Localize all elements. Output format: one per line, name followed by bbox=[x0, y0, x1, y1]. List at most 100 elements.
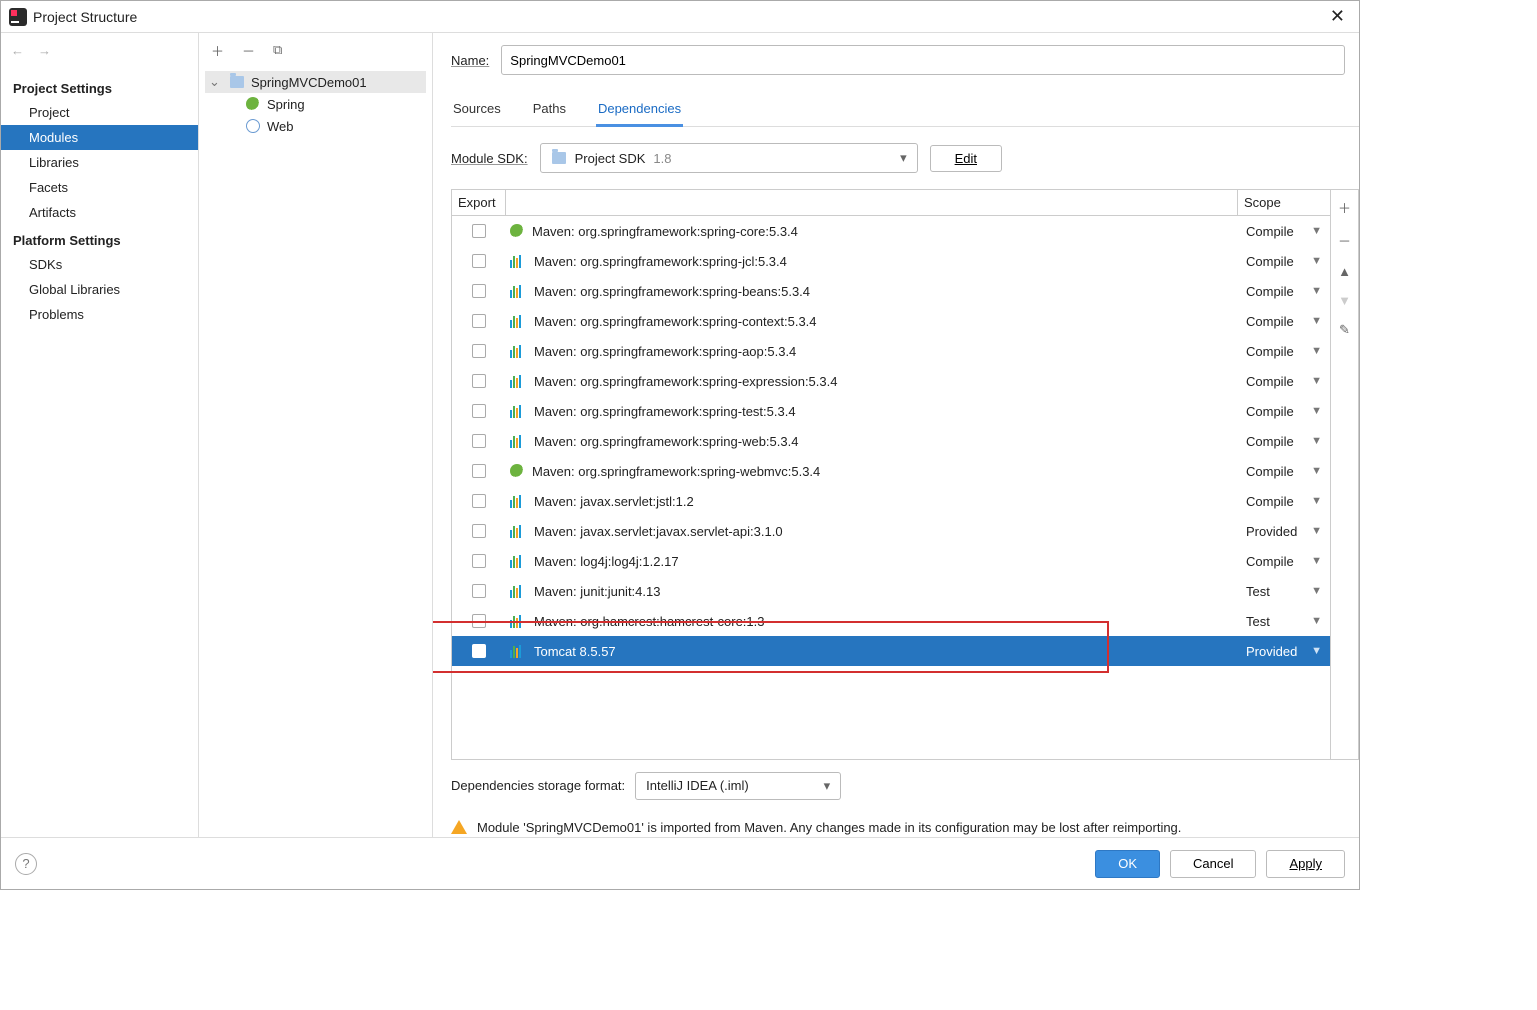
scope-value: Compile bbox=[1246, 464, 1294, 479]
export-checkbox[interactable] bbox=[472, 224, 486, 238]
export-checkbox[interactable] bbox=[472, 344, 486, 358]
module-sdk-dropdown[interactable]: Project SDK 1.8 ▾ bbox=[540, 143, 918, 173]
scope-dropdown[interactable]: Provided▼ bbox=[1238, 644, 1330, 659]
dependency-row[interactable]: Maven: org.springframework:spring-contex… bbox=[452, 306, 1330, 336]
scope-value: Provided bbox=[1246, 524, 1297, 539]
dependency-row[interactable]: Maven: org.springframework:spring-test:5… bbox=[452, 396, 1330, 426]
remove-dep-icon[interactable]: － bbox=[1338, 231, 1351, 250]
tab-paths[interactable]: Paths bbox=[531, 95, 568, 126]
export-checkbox[interactable] bbox=[472, 314, 486, 328]
nav-item-problems[interactable]: Problems bbox=[1, 302, 198, 327]
nav-item-global-libraries[interactable]: Global Libraries bbox=[1, 277, 198, 302]
scope-value: Compile bbox=[1246, 284, 1294, 299]
dependency-row[interactable]: Maven: org.springframework:spring-aop:5.… bbox=[452, 336, 1330, 366]
nav-item-sdks[interactable]: SDKs bbox=[1, 252, 198, 277]
add-dep-icon[interactable]: ＋ bbox=[1338, 198, 1351, 217]
nav-item-libraries[interactable]: Libraries bbox=[1, 150, 198, 175]
dependency-name: Maven: org.springframework:spring-beans:… bbox=[534, 284, 810, 299]
scope-dropdown[interactable]: Compile▼ bbox=[1238, 374, 1330, 389]
nav-item-project[interactable]: Project bbox=[1, 100, 198, 125]
chevron-down-icon: ▼ bbox=[1311, 315, 1322, 327]
scope-dropdown[interactable]: Compile▼ bbox=[1238, 404, 1330, 419]
export-checkbox[interactable] bbox=[472, 584, 486, 598]
nav-item-modules[interactable]: Modules bbox=[1, 125, 198, 150]
tab-dependencies[interactable]: Dependencies bbox=[596, 95, 683, 127]
chevron-down-icon: ▼ bbox=[1311, 285, 1322, 297]
dependency-name: Maven: org.springframework:spring-contex… bbox=[534, 314, 817, 329]
scope-dropdown[interactable]: Compile▼ bbox=[1238, 344, 1330, 359]
dependency-row[interactable]: Maven: org.hamcrest:hamcrest-core:1.3Tes… bbox=[452, 606, 1330, 636]
scope-value: Compile bbox=[1246, 314, 1294, 329]
close-icon[interactable]: ✕ bbox=[1324, 4, 1351, 29]
edit-dep-icon[interactable]: ✎ bbox=[1339, 322, 1350, 338]
tree-child-spring[interactable]: Spring bbox=[205, 93, 426, 115]
scope-dropdown[interactable]: Compile ▼ bbox=[1238, 314, 1330, 329]
library-icon bbox=[510, 344, 526, 358]
sdk-version: 1.8 bbox=[653, 151, 671, 166]
dependency-row[interactable]: Tomcat 8.5.57 Provided▼ bbox=[452, 636, 1330, 666]
export-checkbox[interactable] bbox=[472, 464, 486, 478]
dependency-row[interactable]: Maven: log4j:log4j:1.2.17Compile▼ bbox=[452, 546, 1330, 576]
dependency-row[interactable]: Maven: org.springframework:spring-web:5.… bbox=[452, 426, 1330, 456]
dependency-name: Maven: org.springframework:spring-aop:5.… bbox=[534, 344, 796, 359]
nav-back-icon[interactable]: ← bbox=[11, 43, 24, 58]
chevron-down-icon[interactable]: ⌄ bbox=[209, 74, 223, 90]
scope-dropdown[interactable]: Compile▼ bbox=[1238, 224, 1330, 239]
scope-dropdown[interactable]: Compile▼ bbox=[1238, 434, 1330, 449]
export-checkbox[interactable] bbox=[472, 434, 486, 448]
dependency-row[interactable]: Maven: org.springframework:spring-core:5… bbox=[452, 216, 1330, 246]
dependency-row[interactable]: Maven: javax.servlet:jstl:1.2Compile▼ bbox=[452, 486, 1330, 516]
folder-icon bbox=[551, 150, 567, 166]
help-icon[interactable]: ? bbox=[15, 853, 37, 875]
move-down-icon[interactable]: ▼ bbox=[1338, 293, 1351, 308]
intellij-icon bbox=[9, 8, 27, 26]
add-icon[interactable]: ＋ bbox=[211, 41, 224, 60]
dependency-row[interactable]: Maven: org.springframework:spring-expres… bbox=[452, 366, 1330, 396]
scope-dropdown[interactable]: Compile▼ bbox=[1238, 554, 1330, 569]
library-icon bbox=[510, 434, 526, 448]
copy-icon[interactable]: ⧉ bbox=[273, 42, 282, 58]
chevron-down-icon: ▼ bbox=[1311, 345, 1322, 357]
nav-item-facets[interactable]: Facets bbox=[1, 175, 198, 200]
move-up-icon[interactable]: ▲ bbox=[1338, 264, 1351, 279]
cancel-button[interactable]: Cancel bbox=[1170, 850, 1256, 878]
export-checkbox[interactable] bbox=[472, 494, 486, 508]
tree-child-label: Spring bbox=[267, 97, 305, 112]
ok-button[interactable]: OK bbox=[1095, 850, 1160, 878]
scope-dropdown[interactable]: Compile▼ bbox=[1238, 254, 1330, 269]
export-checkbox[interactable] bbox=[472, 644, 486, 658]
tree-child-web[interactable]: Web bbox=[205, 115, 426, 137]
export-checkbox[interactable] bbox=[472, 374, 486, 388]
storage-format-dropdown[interactable]: IntelliJ IDEA (.iml) ▾ bbox=[635, 772, 841, 800]
export-checkbox[interactable] bbox=[472, 554, 486, 568]
scope-dropdown[interactable]: Test▼ bbox=[1238, 614, 1330, 629]
export-checkbox[interactable] bbox=[472, 524, 486, 538]
sdk-value: Project SDK bbox=[575, 151, 646, 166]
dependency-name: Tomcat 8.5.57 bbox=[534, 644, 616, 659]
export-checkbox[interactable] bbox=[472, 404, 486, 418]
nav-forward-icon[interactable]: → bbox=[38, 43, 51, 58]
library-icon bbox=[510, 494, 526, 508]
export-checkbox[interactable] bbox=[472, 284, 486, 298]
module-name-input[interactable] bbox=[501, 45, 1345, 75]
library-icon bbox=[510, 644, 526, 658]
tab-sources[interactable]: Sources bbox=[451, 95, 503, 126]
scope-dropdown[interactable]: Compile ▼ bbox=[1238, 284, 1330, 299]
scope-dropdown[interactable]: Provided▼ bbox=[1238, 524, 1330, 539]
edit-sdk-button[interactable]: Edit bbox=[930, 145, 1002, 172]
dependency-row[interactable]: Maven: javax.servlet:javax.servlet-api:3… bbox=[452, 516, 1330, 546]
remove-icon[interactable]: － bbox=[242, 41, 255, 60]
export-checkbox[interactable] bbox=[472, 254, 486, 268]
scope-dropdown[interactable]: Compile▼ bbox=[1238, 494, 1330, 509]
dependency-row[interactable]: Maven: org.springframework:spring-jcl:5.… bbox=[452, 246, 1330, 276]
scope-dropdown[interactable]: Compile▼ bbox=[1238, 464, 1330, 479]
scope-dropdown[interactable]: Test▼ bbox=[1238, 584, 1330, 599]
dependency-row[interactable]: Maven: org.springframework:spring-beans:… bbox=[452, 276, 1330, 306]
dependency-row[interactable]: Maven: org.springframework:spring-webmvc… bbox=[452, 456, 1330, 486]
dependency-row[interactable]: Maven: junit:junit:4.13Test▼ bbox=[452, 576, 1330, 606]
export-checkbox[interactable] bbox=[472, 614, 486, 628]
apply-button[interactable]: Apply bbox=[1266, 850, 1345, 878]
tree-root[interactable]: ⌄ SpringMVCDemo01 bbox=[205, 71, 426, 93]
col-export: Export bbox=[452, 190, 506, 215]
nav-item-artifacts[interactable]: Artifacts bbox=[1, 200, 198, 225]
